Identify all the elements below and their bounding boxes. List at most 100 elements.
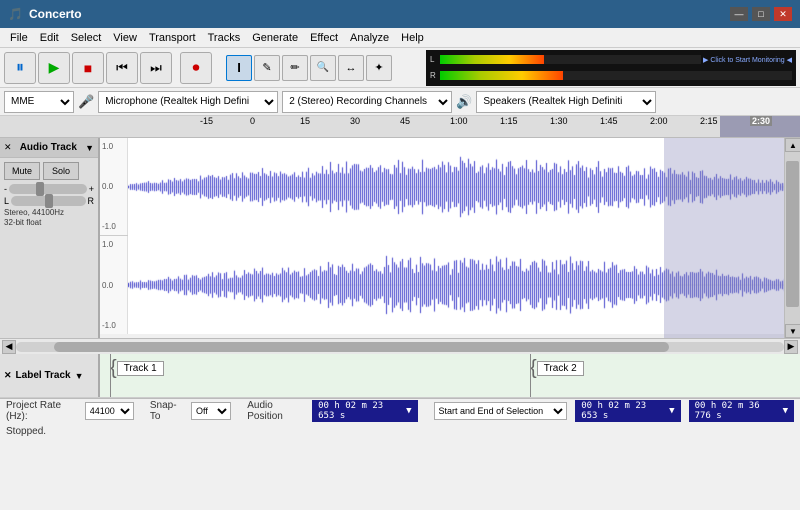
scale-top: 1.0 0.0 -1.0 (100, 138, 128, 235)
label-canvas: { Track 1 { Track 2 (100, 354, 800, 397)
select-tool[interactable]: I (226, 55, 252, 81)
hscroll-thumb[interactable] (54, 342, 668, 352)
scroll-right-button[interactable]: ▶ (784, 340, 798, 354)
draw-tool[interactable]: ✏ (282, 55, 308, 81)
track-info: Stereo, 44100Hz 32-bit float (4, 208, 94, 229)
play-button[interactable]: ▶ (38, 52, 70, 84)
envelope-tool[interactable]: ✎ (254, 55, 280, 81)
maximize-button[interactable]: □ (752, 7, 770, 21)
timeline-ruler: -15 0 15 30 45 1:00 1:15 1:30 1:45 2:00 … (0, 116, 800, 138)
track-close-x[interactable]: ✕ (4, 142, 12, 153)
solo-button[interactable]: Solo (43, 162, 79, 180)
pan-thumb[interactable] (45, 194, 53, 208)
label-text-1[interactable]: Track 1 (117, 361, 164, 376)
vu-L-label: L (430, 55, 438, 64)
next-button[interactable]: ⏭ (140, 52, 172, 84)
stopped-status: Stopped. (0, 422, 800, 440)
menu-edit[interactable]: Edit (34, 31, 65, 45)
ruler-mark: 1:45 (600, 116, 618, 126)
mic-icon: 🎤 (78, 94, 94, 110)
multi-tool[interactable]: ✦ (366, 55, 392, 81)
audio-position-display: 00 h 02 m 23 653 s ▼ (312, 400, 417, 422)
menu-generate[interactable]: Generate (246, 31, 304, 45)
ruler-mark: 0 (250, 116, 255, 126)
label-track1: { Track 1 (110, 358, 164, 378)
waveform-area: 1.0 0.0 -1.0 1.0 0.0 -1.0 (100, 138, 784, 338)
vscroll-track[interactable] (785, 152, 800, 324)
menu-tracks[interactable]: Tracks (202, 31, 247, 45)
stop-button[interactable]: ■ (72, 52, 104, 84)
vscroll-thumb[interactable] (786, 161, 799, 307)
menu-help[interactable]: Help (395, 31, 430, 45)
pan-control: L R (4, 196, 94, 206)
vu-click-text[interactable]: ▶ Click to Start Monitoring ◀ (703, 56, 792, 64)
label-track2: { Track 2 (530, 358, 584, 378)
label-dropdown-icon[interactable]: ▼ (75, 371, 84, 381)
audio-track-title: Audio Track (20, 142, 77, 153)
project-rate-select[interactable]: 44100 (85, 402, 134, 420)
scroll-left-button[interactable]: ◀ (2, 340, 16, 354)
label-text-2[interactable]: Track 2 (537, 361, 584, 376)
timeshift-tool[interactable]: ↔ (338, 55, 364, 81)
speaker-select[interactable]: Speakers (Realtek High Definiti (476, 91, 656, 113)
menu-file[interactable]: File (4, 31, 34, 45)
vu-meter-L (440, 55, 701, 64)
speaker-icon: 🔊 (456, 94, 472, 110)
top-waveform-canvas (128, 138, 784, 236)
label-pin-left-2 (530, 354, 531, 397)
audio-track-header: ✕ Audio Track ▼ (0, 138, 98, 158)
ruler-mark: 15 (300, 116, 310, 126)
pause-button[interactable]: ⏸ (4, 52, 36, 84)
sel-end-dropdown[interactable]: ▼ (783, 406, 788, 416)
gain-minus: - (4, 184, 7, 194)
track-info-bit: 32-bit float (4, 218, 94, 228)
status-bar: Project Rate (Hz): 44100 Snap-To Off Aud… (0, 398, 800, 422)
menu-effect[interactable]: Effect (304, 31, 344, 45)
minimize-button[interactable]: — (730, 7, 748, 21)
label-bracket-left-2: { (530, 358, 537, 378)
ruler-mark: 2:15 (700, 116, 718, 126)
menu-analyze[interactable]: Analyze (344, 31, 395, 45)
scroll-up-button[interactable]: ▲ (785, 138, 800, 152)
device-toolbar: MME 🎤 Microphone (Realtek High Defini 2 … (0, 88, 800, 116)
prev-button[interactable]: ⏮ (106, 52, 138, 84)
mute-solo-group: Mute Solo (4, 162, 94, 180)
title-bar: 🎵 Concerto — □ ✕ (0, 0, 800, 28)
ruler-mark: 1:30 (550, 116, 568, 126)
horizontal-scrollbar[interactable]: ◀ ▶ (0, 338, 800, 354)
pan-slider[interactable] (11, 196, 85, 206)
close-button[interactable]: ✕ (774, 7, 792, 21)
selection-type-select[interactable]: Start and End of Selection (434, 402, 568, 420)
vertical-scrollbar[interactable]: ▲ ▼ (784, 138, 800, 338)
channels-select[interactable]: 2 (Stereo) Recording Channels (282, 91, 452, 113)
app-title: 🎵 Concerto (8, 7, 82, 21)
zoom-tool[interactable]: 🔍 (310, 55, 336, 81)
snap-to-select[interactable]: Off (191, 402, 231, 420)
track-dropdown-icon[interactable]: ▼ (85, 143, 94, 153)
label-close-x[interactable]: ✕ (4, 370, 12, 381)
track-info-stereo: Stereo, 44100Hz (4, 208, 94, 218)
label-track-title: Label Track (16, 370, 71, 381)
project-rate-label: Project Rate (Hz): (6, 400, 77, 422)
mute-button[interactable]: Mute (4, 162, 40, 180)
menu-view[interactable]: View (107, 31, 143, 45)
label-pin-left-1 (110, 354, 111, 397)
scroll-down-button[interactable]: ▼ (785, 324, 800, 338)
sel-start-dropdown[interactable]: ▼ (669, 406, 674, 416)
menu-select[interactable]: Select (65, 31, 108, 45)
transport-toolbar: ⏸ ▶ ■ ⏮ ⏭ ⏺ I ✎ ✏ 🔍 ↔ ✦ L ▶ Click to Sta… (0, 48, 800, 88)
audio-track-body: Mute Solo - + L R Stereo, 44100Hz 32-bit… (0, 158, 98, 233)
record-button[interactable]: ⏺ (180, 52, 212, 84)
top-channel: 1.0 0.0 -1.0 (100, 138, 784, 236)
track-controls: ✕ Audio Track ▼ Mute Solo - + L R (0, 138, 100, 338)
host-select[interactable]: MME (4, 91, 74, 113)
pan-L: L (4, 196, 9, 206)
scale-bottom: 1.0 0.0 -1.0 (100, 236, 128, 334)
hscroll-track[interactable] (16, 342, 784, 352)
gain-slider[interactable] (9, 184, 87, 194)
menu-transport[interactable]: Transport (143, 31, 202, 45)
audio-pos-dropdown[interactable]: ▼ (406, 406, 411, 416)
microphone-select[interactable]: Microphone (Realtek High Defini (98, 91, 278, 113)
gain-thumb[interactable] (36, 182, 44, 196)
selection-start-display: 00 h 02 m 23 653 s ▼ (575, 400, 680, 422)
